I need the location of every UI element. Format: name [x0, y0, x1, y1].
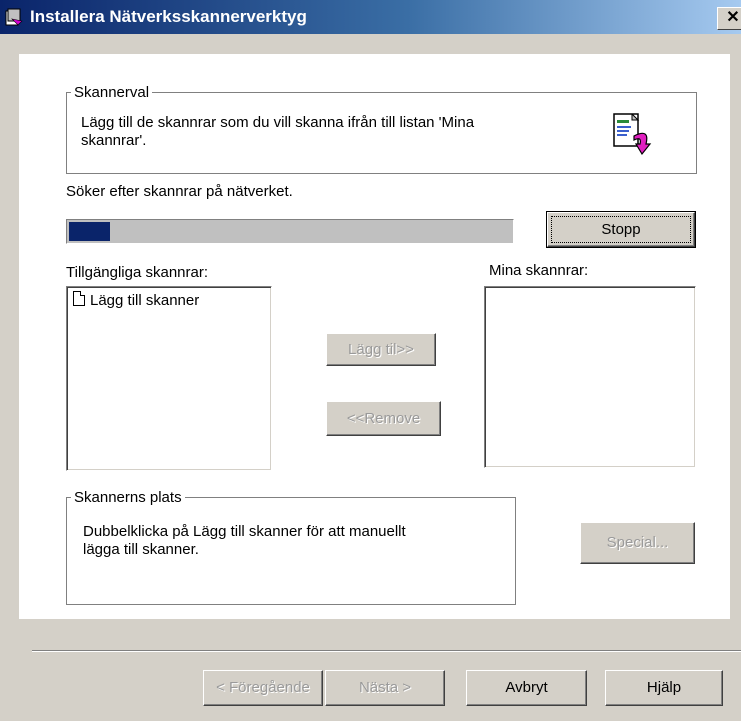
installer-dialog: Installera Nätverksskannerverktyg ✕ Skan… — [0, 0, 741, 721]
remove-scanner-button-label: <<Remove — [346, 410, 421, 427]
cancel-button-label: Avbryt — [505, 679, 548, 696]
stop-focus-ring — [551, 216, 691, 243]
scanner-location-line2: lägga till skanner. — [83, 541, 199, 558]
search-status-text: Söker efter skannrar på nätverket. — [66, 183, 293, 200]
help-button[interactable]: Hjälp — [605, 670, 723, 706]
stop-button[interactable]: Stopp — [546, 211, 696, 248]
back-button-label: < Föregående — [216, 679, 310, 696]
my-scanners-list[interactable] — [484, 286, 696, 468]
close-button[interactable]: ✕ — [717, 7, 741, 30]
special-button[interactable]: Special... — [580, 522, 695, 564]
special-button-label: Special... — [606, 534, 669, 551]
cancel-button[interactable]: Avbryt — [466, 670, 587, 706]
footer-separator-highlight — [32, 651, 741, 652]
my-scanners-label: Mina skannrar: — [489, 262, 589, 279]
next-button[interactable]: Nästa > — [325, 670, 445, 706]
add-scanner-button-label: Lägg til>> — [348, 341, 414, 358]
installer-icon — [4, 7, 24, 27]
back-button[interactable]: < Föregående — [203, 670, 323, 706]
scanner-location-legend: Skannerns plats — [74, 489, 182, 506]
scanner-location-text: Dubbelklicka på Lägg till skanner för at… — [83, 523, 406, 559]
close-icon: ✕ — [726, 9, 740, 26]
list-item[interactable]: Lägg till skanner — [73, 291, 199, 309]
search-progress-fill — [69, 222, 110, 241]
next-button-label: Nästa > — [358, 679, 412, 696]
add-scanner-button[interactable]: Lägg til>> — [326, 333, 436, 366]
available-scanners-list[interactable]: Lägg till skanner — [66, 286, 272, 471]
scanner-wizard-icon — [606, 110, 654, 158]
document-icon — [73, 291, 85, 306]
scanner-location-line1: Dubbelklicka på Lägg till skanner för at… — [83, 523, 406, 540]
scanner-selection-legend: Skannerval — [74, 84, 150, 101]
scanner-selection-line1: Lägg till de skannrar som du vill skanna… — [81, 114, 475, 131]
remove-scanner-button[interactable]: <<Remove — [326, 401, 441, 436]
title-bar[interactable]: Installera Nätverksskannerverktyg ✕ — [0, 0, 741, 34]
list-item-label: Lägg till skanner — [90, 292, 200, 309]
scanner-selection-line2: skannrar'. — [81, 132, 147, 149]
available-scanners-label: Tillgängliga skannrar: — [66, 264, 209, 281]
scanner-selection-description: Lägg till de skannrar som du vill skanna… — [81, 114, 474, 150]
search-progress-bar — [66, 219, 514, 244]
window-title: Installera Nätverksskannerverktyg — [30, 7, 307, 26]
help-button-label: Hjälp — [646, 679, 682, 696]
